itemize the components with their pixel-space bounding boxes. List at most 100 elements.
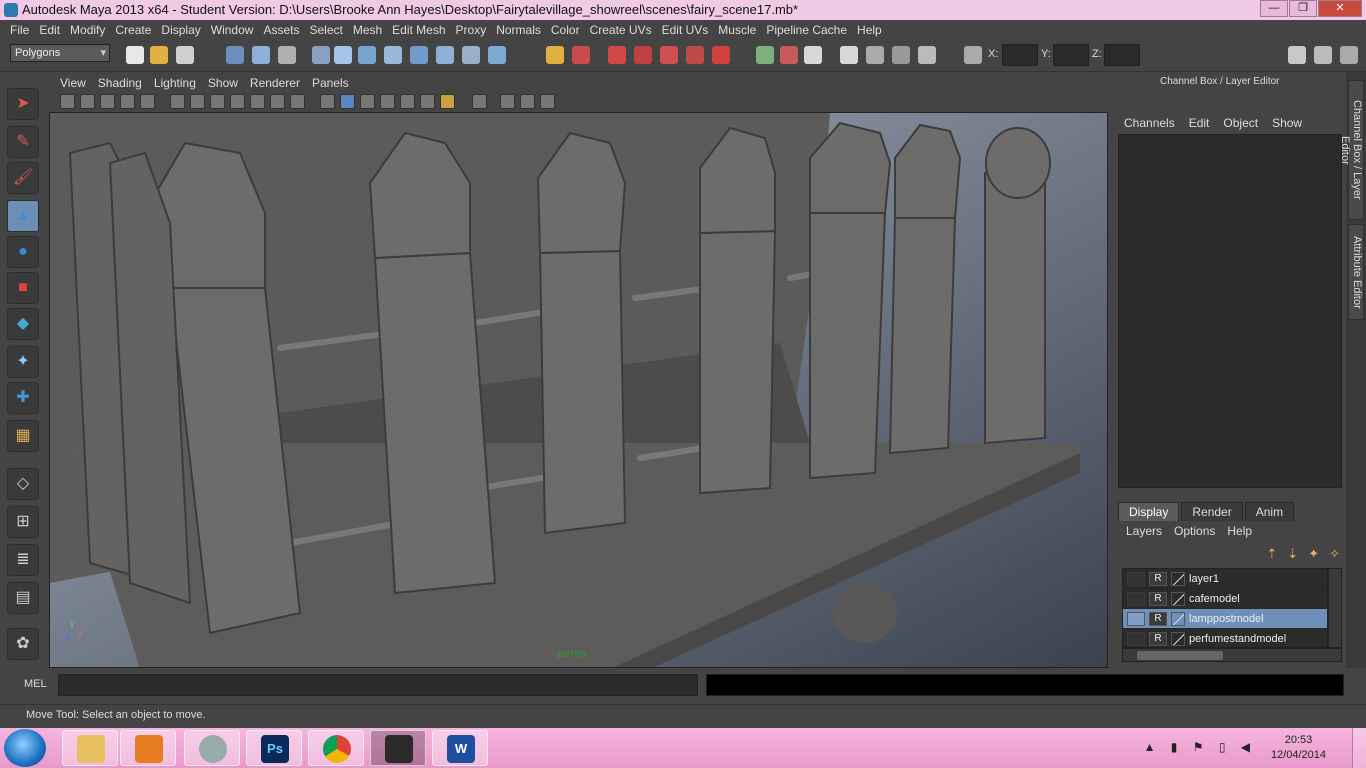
channel-box-menu-show[interactable]: Show — [1272, 116, 1302, 130]
layer-display-type[interactable]: R — [1149, 611, 1167, 626]
viewport-menu-renderer[interactable]: Renderer — [250, 76, 300, 90]
hypershade-icon[interactable] — [686, 46, 704, 64]
safe-action-icon[interactable] — [270, 94, 285, 109]
image-plane-icon[interactable] — [120, 94, 135, 109]
symmetry-icon[interactable] — [488, 46, 506, 64]
maximize-button[interactable]: ❐ — [1289, 0, 1317, 17]
menu-edit-uvs[interactable]: Edit UVs — [662, 23, 709, 37]
menu-create[interactable]: Create — [115, 23, 151, 37]
menu-select[interactable]: Select — [309, 23, 342, 37]
clapboard-icon[interactable] — [892, 46, 910, 64]
new-layer-icon[interactable]: ✦ — [1308, 546, 1319, 562]
taskbar-explorer[interactable] — [62, 730, 118, 766]
persp-outliner-layout-icon[interactable]: ≣ — [7, 544, 39, 576]
new-layer-from-selection-icon[interactable]: ✧ — [1329, 546, 1340, 562]
camera-icon[interactable] — [840, 46, 858, 64]
show-manipulator-icon[interactable]: ✚ — [7, 382, 39, 414]
viewport-menu-view[interactable]: View — [60, 76, 86, 90]
select-hierarchy-icon[interactable] — [226, 46, 244, 64]
persp-graph-layout-icon[interactable]: ▤ — [7, 582, 39, 614]
layer-color-swatch[interactable] — [1171, 591, 1185, 606]
camera-attributes-icon[interactable] — [80, 94, 95, 109]
side-tab-channel-box[interactable]: Channel Box / Layer Editor — [1339, 80, 1364, 220]
menu-assets[interactable]: Assets — [263, 23, 299, 37]
single-perspective-layout-icon[interactable]: ◇ — [7, 468, 39, 500]
scale-tool-icon[interactable]: ■ — [7, 272, 39, 304]
layer-visibility-toggle[interactable] — [1127, 591, 1145, 606]
open-scene-icon[interactable] — [150, 46, 168, 64]
xray-components-icon[interactable] — [540, 94, 555, 109]
layers-menu-layers[interactable]: Layers — [1126, 524, 1162, 538]
scrollbar-thumb[interactable] — [1137, 651, 1223, 660]
mel-input[interactable] — [58, 674, 698, 696]
persp-viewport[interactable]: y x z persp — [49, 112, 1108, 668]
snap-live-icon[interactable] — [436, 46, 454, 64]
side-tab-attribute-editor[interactable]: Attribute Editor — [1348, 224, 1364, 320]
xray-joints-icon[interactable] — [520, 94, 535, 109]
resolution-gate-icon[interactable] — [210, 94, 225, 109]
ambient-occlusion-icon[interactable] — [440, 94, 455, 109]
filter-icon[interactable] — [312, 46, 330, 64]
ipr-render-icon[interactable] — [634, 46, 652, 64]
universal-manipulator-icon[interactable]: ◆ — [7, 308, 39, 340]
lock-icon[interactable] — [546, 46, 564, 64]
snap-grid-icon[interactable] — [334, 46, 352, 64]
menu-file[interactable]: File — [10, 23, 29, 37]
layer-display-type[interactable]: R — [1149, 571, 1167, 586]
tab-display[interactable]: Display — [1118, 502, 1180, 521]
layer-visibility-toggle[interactable] — [1127, 631, 1145, 646]
render-settings-icon[interactable] — [660, 46, 678, 64]
safe-title-icon[interactable] — [290, 94, 305, 109]
tool-settings-toggle-icon[interactable] — [1340, 46, 1358, 64]
film-gate-icon[interactable] — [190, 94, 205, 109]
textured-icon[interactable] — [380, 94, 395, 109]
select-tool-icon[interactable]: ➤ — [7, 88, 39, 120]
menu-proxy[interactable]: Proxy — [456, 23, 487, 37]
y-field[interactable] — [1053, 44, 1089, 66]
magnet-icon[interactable] — [712, 46, 730, 64]
maya-logo-tool-icon[interactable]: ✿ — [7, 628, 39, 660]
channel-box-menu-object[interactable]: Object — [1223, 116, 1258, 130]
layer-color-swatch[interactable] — [1171, 631, 1185, 646]
two-d-pan-icon[interactable] — [140, 94, 155, 109]
channel-box-toggle-icon[interactable] — [1288, 46, 1306, 64]
snap-curve-icon[interactable] — [358, 46, 376, 64]
paint-select-tool-icon[interactable]: 🖌 — [7, 162, 39, 194]
gate-mask-icon[interactable] — [230, 94, 245, 109]
taskbar-word[interactable]: W — [432, 730, 488, 766]
layer-display-type[interactable]: R — [1149, 591, 1167, 606]
wireframe-icon[interactable] — [320, 94, 335, 109]
move-tool-icon[interactable]: ▲ — [7, 200, 39, 232]
soft-modification-icon[interactable]: ✦ — [7, 346, 39, 378]
rotate-tool-icon[interactable]: ● — [7, 236, 39, 268]
taskbar-media-player[interactable] — [120, 730, 176, 766]
close-button[interactable]: ✕ — [1318, 0, 1362, 17]
menu-help[interactable]: Help — [857, 23, 882, 37]
layer-row[interactable]: R layer1 — [1123, 569, 1327, 589]
taskbar-photoshop[interactable]: Ps — [246, 730, 302, 766]
menu-mesh[interactable]: Mesh — [353, 23, 382, 37]
system-tray[interactable]: ▲ ▮ ⚑ ▯ ◀ — [1144, 740, 1256, 754]
history-icon[interactable] — [572, 46, 590, 64]
menu-create-uvs[interactable]: Create UVs — [590, 23, 652, 37]
start-button[interactable] — [4, 729, 46, 767]
clock[interactable]: 20:53 12/04/2014 — [1271, 733, 1326, 763]
channel-box-menu-channels[interactable]: Channels — [1124, 116, 1175, 130]
layer-visibility-toggle[interactable] — [1127, 571, 1145, 586]
taskbar-app[interactable] — [184, 730, 240, 766]
channel-box-area[interactable] — [1118, 134, 1342, 488]
select-component-icon[interactable] — [278, 46, 296, 64]
menu-window[interactable]: Window — [211, 23, 254, 37]
layer-list-vertical-scrollbar[interactable] — [1328, 568, 1342, 648]
snap-plane-icon[interactable] — [410, 46, 428, 64]
viewport-menu-lighting[interactable]: Lighting — [154, 76, 196, 90]
move-layer-down-icon[interactable]: ⇣ — [1287, 546, 1298, 562]
isolate-select-icon[interactable] — [472, 94, 487, 109]
menu-muscle[interactable]: Muscle — [718, 23, 756, 37]
relative-icon[interactable] — [780, 46, 798, 64]
layers-menu-options[interactable]: Options — [1174, 524, 1215, 538]
grid-toggle-icon[interactable] — [170, 94, 185, 109]
grid-icon[interactable] — [918, 46, 936, 64]
tab-anim[interactable]: Anim — [1244, 502, 1295, 521]
menu-display[interactable]: Display — [161, 23, 200, 37]
